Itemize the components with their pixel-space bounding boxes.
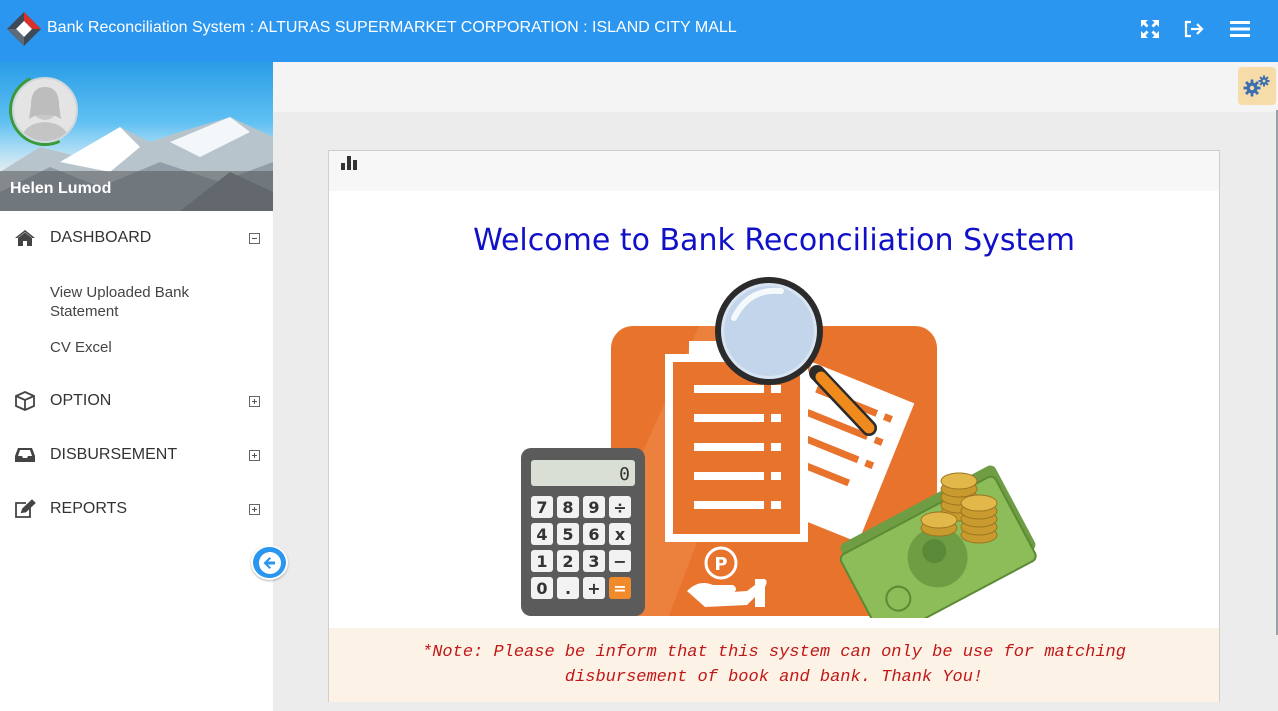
calculator-key-label: 4 (536, 525, 547, 544)
sidebar-item-label: REPORTS (50, 500, 128, 517)
app-logo (7, 12, 41, 46)
bar-chart-icon (341, 156, 357, 170)
calculator-key-label: x (615, 525, 626, 544)
sidebar-item-reports[interactable]: REPORTS (0, 487, 273, 531)
sidebar-item-label: DASHBOARD (50, 229, 152, 246)
panel-header (329, 151, 1219, 191)
collapse-icon[interactable] (249, 232, 260, 244)
sidebar-subitem-view-uploaded-bank-statement[interactable]: View Uploaded Bank Statement (50, 283, 240, 321)
calculator-key-label: 2 (562, 552, 573, 571)
welcome-panel: Welcome to Bank Reconciliation System P … (328, 150, 1220, 702)
logout-icon[interactable] (1181, 16, 1207, 42)
user-name: Helen Lumod (10, 180, 112, 197)
calculator-key-label: 9 (588, 498, 599, 517)
sidebar-item-dashboard[interactable]: DASHBOARD (0, 216, 273, 260)
peso-coin-icon: P (714, 554, 727, 575)
welcome-heading: Welcome to Bank Reconciliation System (473, 223, 1075, 258)
calculator-key-label: 3 (588, 552, 599, 571)
calculator-key-label: − (613, 552, 626, 571)
fullscreen-icon[interactable] (1137, 16, 1163, 42)
calculator-key-label: 8 (562, 498, 573, 517)
expand-icon[interactable] (249, 449, 260, 461)
calculator-key-label: 5 (562, 525, 573, 544)
profile-panel: Helen Lumod (0, 62, 273, 211)
calculator-key-label: 7 (536, 498, 547, 517)
calculator-key-label: + (587, 579, 600, 598)
gears-icon (1243, 75, 1270, 97)
calculator-key-label: . (565, 579, 571, 598)
settings-button[interactable] (1238, 67, 1276, 105)
sidebar-subitem-cv-excel[interactable]: CV Excel (50, 338, 112, 357)
top-bar: Bank Reconciliation System : ALTURAS SUP… (0, 0, 1278, 62)
sidebar: Helen Lumod DASHBOARD View Uploaded Bank… (0, 62, 273, 711)
expand-icon[interactable] (249, 503, 260, 515)
calculator-display: 0 (619, 464, 630, 485)
calculator-key-label: 1 (536, 552, 547, 571)
avatar[interactable] (12, 77, 78, 143)
sidebar-item-label: DISBURSEMENT (50, 446, 178, 463)
menu-icon[interactable] (1227, 16, 1253, 42)
inbox-icon (14, 445, 36, 465)
note-text: *Note: Please be inform that this system… (329, 628, 1219, 702)
sidebar-item-disbursement[interactable]: DISBURSEMENT (0, 433, 273, 477)
calculator-key-label: 6 (588, 525, 599, 544)
app-title: Bank Reconciliation System : ALTURAS SUP… (47, 19, 737, 36)
edit-icon (14, 499, 36, 519)
calculator-key-label: 0 (536, 579, 547, 598)
calculator-key-label: ÷ (613, 498, 626, 517)
home-icon (14, 228, 36, 248)
cube-icon (14, 391, 36, 411)
content-header-strip (273, 62, 1278, 112)
reconciliation-illustration: P 0 7 8 9 ÷4 5 6 x1 2 3 −0 . + = (521, 277, 1037, 618)
expand-icon[interactable] (249, 395, 260, 407)
sidebar-item-label: OPTION (50, 392, 112, 409)
sidebar-item-option[interactable]: OPTION (0, 379, 273, 423)
arrow-left-icon (258, 551, 281, 574)
sidebar-collapse-button[interactable] (251, 545, 288, 580)
calculator-key-label: = (613, 579, 626, 598)
